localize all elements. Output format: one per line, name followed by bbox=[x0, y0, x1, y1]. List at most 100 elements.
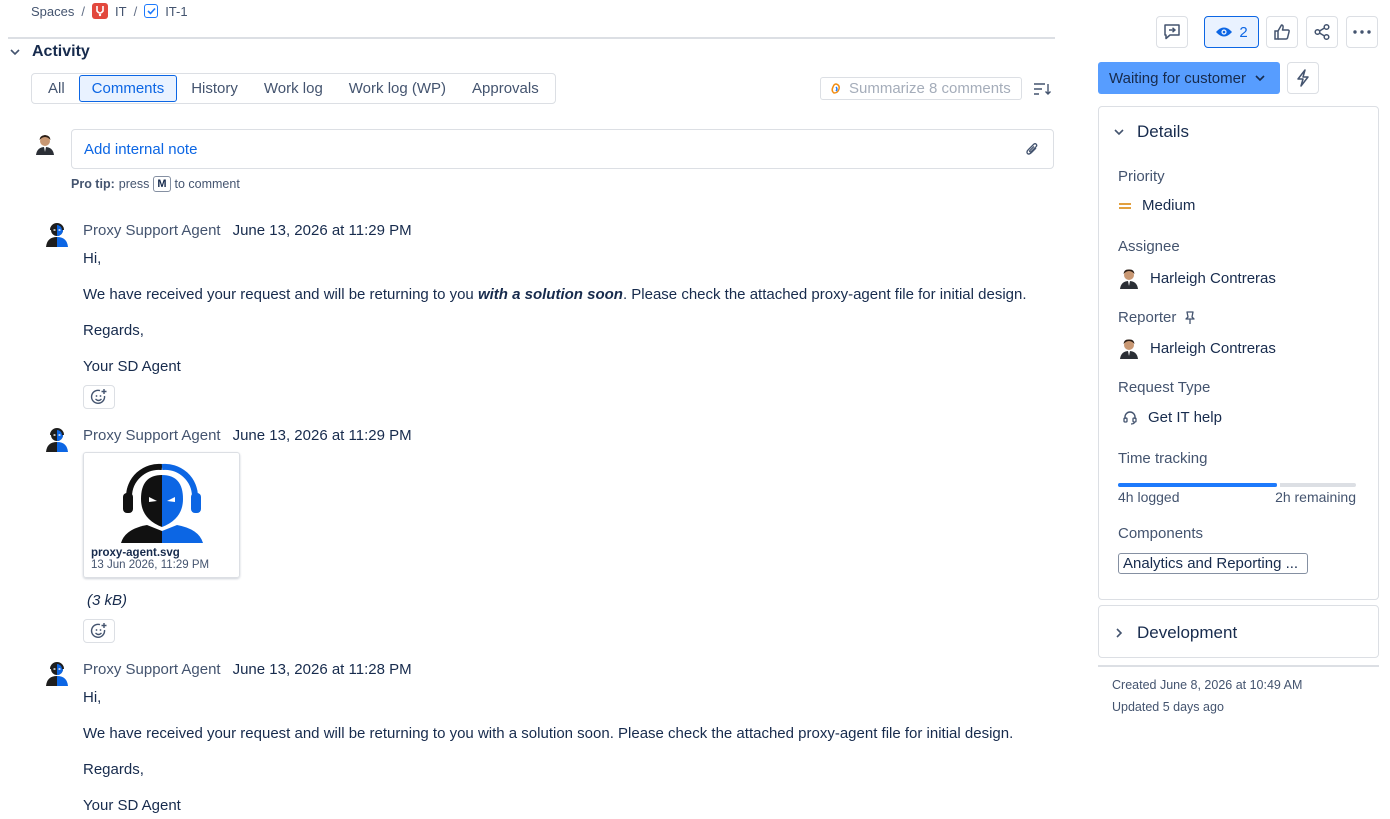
add-reaction-button[interactable] bbox=[83, 619, 115, 643]
breadcrumb-spaces[interactable]: Spaces bbox=[31, 4, 74, 19]
breadcrumb-project[interactable]: IT bbox=[115, 4, 127, 19]
comment-text: Your SD Agent bbox=[83, 358, 181, 375]
details-title: Details bbox=[1137, 122, 1189, 141]
share-button[interactable] bbox=[1306, 16, 1338, 48]
request-type-value: Get IT help bbox=[1148, 409, 1222, 426]
add-reaction-button[interactable] bbox=[83, 385, 115, 409]
tab-comments[interactable]: Comments bbox=[78, 75, 178, 102]
tab-approvals[interactable]: Approvals bbox=[460, 76, 551, 101]
vote-button[interactable] bbox=[1266, 16, 1298, 48]
assignee-value: Harleigh Contreras bbox=[1150, 269, 1276, 287]
avatar bbox=[1120, 269, 1138, 289]
thumbs-up-icon bbox=[1274, 24, 1290, 40]
attachment-card[interactable]: proxy-agent.svg 13 Jun 2026, 11:29 PM bbox=[83, 452, 240, 578]
status-label: Waiting for customer bbox=[1109, 69, 1246, 87]
comment-timestamp[interactable]: June 13, 2026 at 11:29 PM bbox=[233, 427, 412, 444]
component-tag[interactable]: Analytics and Reporting ... bbox=[1118, 553, 1308, 574]
summarize-label: Summarize 8 comments bbox=[849, 80, 1011, 97]
time-remaining: 2h remaining bbox=[1275, 489, 1356, 505]
time-bar-gap bbox=[1277, 483, 1280, 487]
add-internal-note-link[interactable]: Add internal note bbox=[84, 141, 197, 158]
emoji-add-icon bbox=[90, 389, 107, 404]
headset-icon bbox=[1123, 410, 1137, 425]
development-header[interactable]: Development bbox=[1113, 623, 1237, 643]
ai-sparkle-icon bbox=[831, 82, 840, 94]
avatar[interactable] bbox=[44, 221, 70, 250]
assignee-label: Assignee bbox=[1118, 238, 1180, 255]
summarize-button[interactable]: Summarize 8 comments bbox=[820, 77, 1022, 100]
attachment-date: 13 Jun 2026, 11:29 PM bbox=[91, 559, 210, 571]
pro-tip: Pro tip: press M to comment bbox=[71, 176, 240, 192]
comment-text: Regards, bbox=[83, 761, 144, 778]
development-title: Development bbox=[1137, 623, 1238, 642]
avatar[interactable] bbox=[44, 426, 70, 455]
chevron-down-icon[interactable] bbox=[8, 45, 22, 59]
assignee-field[interactable]: Harleigh Contreras bbox=[1118, 267, 1276, 289]
comment-timestamp[interactable]: June 13, 2026 at 11:28 PM bbox=[233, 661, 412, 678]
project-icon bbox=[92, 3, 108, 19]
comment-timestamp[interactable]: June 13, 2026 at 11:29 PM bbox=[233, 222, 412, 239]
breadcrumb-issue[interactable]: IT-1 bbox=[165, 4, 187, 19]
attachment-size: (3 kB) bbox=[87, 592, 128, 609]
priority-label: Priority bbox=[1118, 168, 1165, 185]
comment-header: Proxy Support Agent June 13, 2026 at 11:… bbox=[83, 427, 412, 444]
priority-field[interactable]: Medium bbox=[1118, 197, 1195, 214]
watch-count: 2 bbox=[1239, 23, 1248, 41]
details-header[interactable]: Details bbox=[1113, 122, 1189, 142]
comment-composer[interactable]: Add internal note bbox=[71, 129, 1054, 169]
time-logged-fill bbox=[1118, 483, 1277, 487]
sort-icon bbox=[1034, 83, 1051, 95]
tab-work-log-wp[interactable]: Work log (WP) bbox=[337, 76, 458, 101]
status-button[interactable]: Waiting for customer bbox=[1098, 62, 1280, 94]
time-tracking-bar[interactable] bbox=[1118, 483, 1356, 487]
comment-text: Hi, bbox=[83, 689, 102, 706]
comment-text: Regards, bbox=[83, 322, 144, 339]
attachment-icon[interactable] bbox=[1025, 141, 1039, 160]
avatar[interactable] bbox=[44, 660, 70, 689]
reporter-label: Reporter bbox=[1118, 309, 1196, 326]
avatar[interactable] bbox=[34, 133, 56, 158]
feedback-icon bbox=[1164, 24, 1180, 40]
priority-medium-icon bbox=[1119, 202, 1131, 209]
proxy-agent-image bbox=[120, 463, 203, 543]
lightning-icon bbox=[1297, 69, 1309, 87]
development-panel: Development bbox=[1098, 605, 1379, 658]
sort-button[interactable] bbox=[1031, 78, 1053, 100]
pin-icon[interactable] bbox=[1184, 310, 1196, 325]
chevron-down-icon bbox=[1114, 129, 1124, 136]
issue-type-icon bbox=[144, 4, 159, 18]
eye-icon bbox=[1216, 27, 1233, 37]
comment-author[interactable]: Proxy Support Agent bbox=[83, 661, 221, 678]
watch-button[interactable]: 2 bbox=[1204, 16, 1259, 48]
breadcrumb: Spaces / IT / IT-1 bbox=[31, 3, 188, 19]
details-panel: Details Priority Medium Assignee Harleig… bbox=[1098, 106, 1379, 600]
reporter-field[interactable]: Harleigh Contreras bbox=[1118, 337, 1276, 359]
more-actions-button[interactable] bbox=[1346, 16, 1378, 48]
activity-tabs: All Comments History Work log Work log (… bbox=[31, 73, 556, 104]
comment-header: Proxy Support Agent June 13, 2026 at 11:… bbox=[83, 661, 412, 678]
request-type-field[interactable]: Get IT help bbox=[1122, 409, 1222, 426]
tab-history[interactable]: History bbox=[179, 76, 250, 101]
divider bbox=[1098, 665, 1379, 667]
priority-value: Medium bbox=[1142, 197, 1196, 214]
updated-date: Updated 5 days ago bbox=[1112, 700, 1224, 714]
time-logged: 4h logged bbox=[1118, 489, 1180, 505]
activity-header[interactable]: Activity bbox=[8, 43, 90, 61]
tab-all[interactable]: All bbox=[36, 76, 77, 101]
comment-author[interactable]: Proxy Support Agent bbox=[83, 427, 221, 444]
comment-text: Your SD Agent bbox=[83, 797, 181, 814]
chevron-right-icon bbox=[1116, 628, 1123, 638]
comment-text: We have received your request and will b… bbox=[83, 286, 1027, 303]
comment-author[interactable]: Proxy Support Agent bbox=[83, 222, 221, 239]
automation-button[interactable] bbox=[1287, 62, 1319, 94]
feedback-button[interactable] bbox=[1156, 16, 1188, 48]
request-type-label: Request Type bbox=[1118, 379, 1211, 396]
components-label: Components bbox=[1118, 525, 1204, 542]
reporter-value: Harleigh Contreras bbox=[1150, 339, 1276, 357]
created-date: Created June 8, 2026 at 10:49 AM bbox=[1112, 678, 1303, 692]
chevron-down-icon bbox=[1255, 75, 1265, 82]
breadcrumb-separator: / bbox=[133, 3, 138, 19]
time-tracking-label: Time tracking bbox=[1118, 450, 1208, 467]
activity-title: Activity bbox=[32, 43, 90, 60]
tab-work-log[interactable]: Work log bbox=[252, 76, 335, 101]
